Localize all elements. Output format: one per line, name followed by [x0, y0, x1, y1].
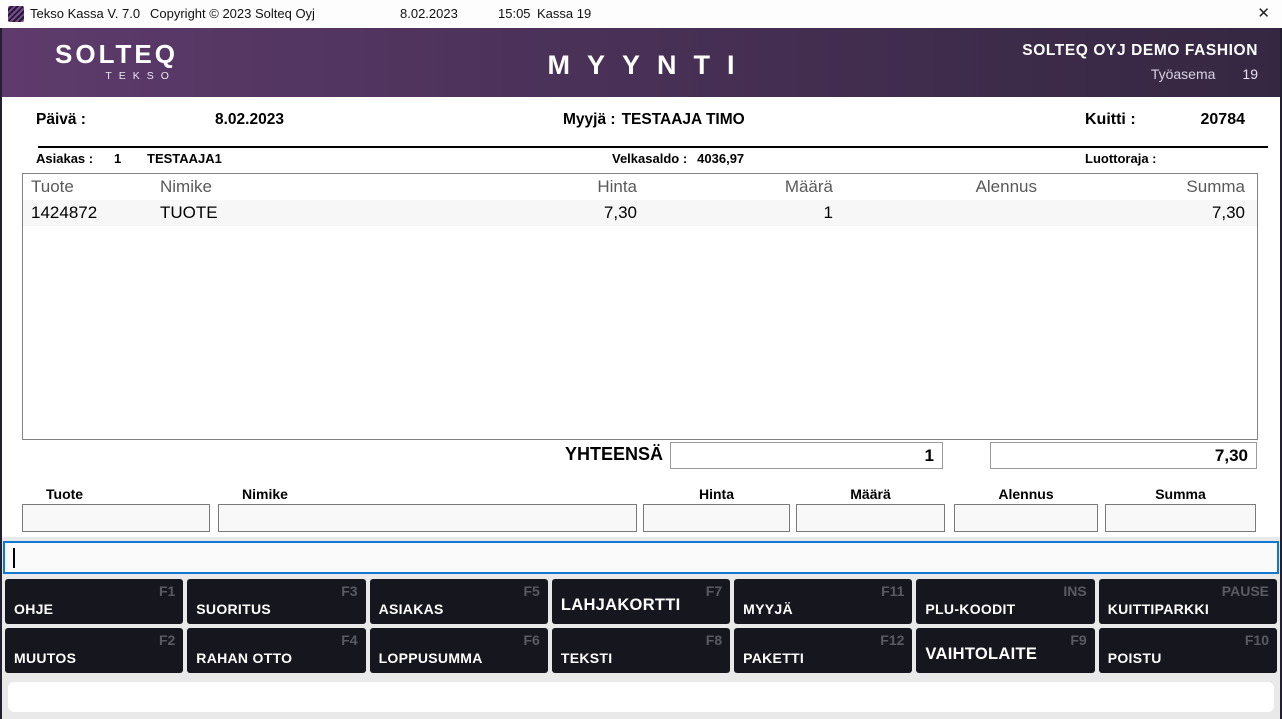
fn-key-label: F10: [1244, 632, 1269, 648]
total-sum-box: 7,30: [990, 442, 1257, 469]
status-strip: [8, 682, 1274, 712]
items-table: Tuote Nimike Hinta Määrä Alennus Summa 1…: [22, 173, 1258, 440]
store-name: SOLTEQ OYJ DEMO FASHION: [1022, 42, 1258, 59]
ohje-button[interactable]: F1 OHJE: [5, 579, 184, 624]
tuote-input[interactable]: [22, 504, 210, 532]
loppusumma-button[interactable]: F6 LOPPUSUMMA: [369, 628, 548, 673]
titlebar-date: 8.02.2023: [400, 6, 458, 21]
debt-label: Velkasaldo :: [612, 151, 688, 166]
myyja-button[interactable]: F11 MYYJÄ: [734, 579, 913, 624]
app-icon: [8, 6, 24, 22]
lahjakortti-button[interactable]: F7 LAHJAKORTTI: [551, 579, 731, 624]
text-cursor: [13, 548, 15, 568]
col-header-alennus: Alennus: [975, 177, 1037, 196]
summa-input[interactable]: [1105, 504, 1256, 532]
fn-key-label: F4: [341, 632, 358, 648]
app-window: Tekso Kassa V. 7.0 Copyright © 2023 Solt…: [0, 0, 1282, 719]
debt-value: 4036,97: [697, 151, 745, 166]
workstation-label: Työasema: [1150, 66, 1216, 82]
seller-label: Myyjä :: [563, 111, 616, 128]
fn-key-label: F1: [158, 583, 176, 599]
fn-key-label: F8: [705, 632, 723, 648]
copyright-text: Copyright © 2023 Solteq Oyj: [150, 6, 315, 21]
titlebar-time: 15:05: [498, 6, 531, 21]
kuittiparkki-button[interactable]: PAUSE KUITTIPARKKI: [1098, 579, 1277, 624]
total-quantity-box: 1: [670, 442, 943, 469]
workstation-number: 19: [1242, 66, 1258, 82]
entry-label-maara: Määrä: [850, 486, 891, 502]
date-label: Päivä :: [36, 111, 86, 128]
col-header-nimike: Nimike: [160, 177, 212, 196]
entry-label-summa: Summa: [1155, 486, 1206, 502]
totals-label: YHTEENSÄ: [564, 444, 663, 464]
fn-key-label: F7: [705, 583, 723, 599]
asiakas-button[interactable]: F5 ASIAKAS: [369, 579, 548, 624]
entry-label-tuote: Tuote: [46, 486, 84, 502]
fn-key-label: F3: [341, 583, 358, 599]
col-header-tuote: Tuote: [31, 177, 74, 196]
command-input[interactable]: [3, 541, 1279, 574]
fn-key-label: F2: [158, 632, 176, 648]
date-value: 8.02.2023: [215, 111, 284, 128]
cell-tuote: 1424872: [31, 203, 98, 222]
col-header-hinta: Hinta: [597, 177, 637, 196]
poistu-button[interactable]: F10 POISTU: [1098, 628, 1277, 673]
separator-line: [38, 146, 1268, 148]
customer-number: 1: [114, 151, 122, 166]
hinta-input[interactable]: [643, 504, 790, 532]
titlebar: Tekso Kassa V. 7.0 Copyright © 2023 Solt…: [0, 0, 1282, 29]
entry-label-hinta: Hinta: [699, 486, 734, 502]
cell-hinta: 7,30: [603, 203, 637, 222]
fn-key-label: F12: [880, 632, 905, 648]
cell-summa: 7,30: [1211, 203, 1245, 222]
fn-key-label: F5: [523, 583, 540, 599]
entry-label-nimike: Nimike: [242, 486, 288, 502]
nimike-input[interactable]: [218, 504, 637, 532]
alennus-input[interactable]: [954, 504, 1098, 532]
debt-info: Velkasaldo : 4036,97: [612, 151, 744, 166]
col-header-maara: Määrä: [784, 177, 833, 196]
cell-nimike: TUOTE: [160, 203, 218, 222]
maara-input[interactable]: [796, 504, 945, 532]
receipt-number: 20784: [1200, 111, 1246, 128]
fn-key-label: F9: [1070, 632, 1087, 648]
app-title: Tekso Kassa V. 7.0: [30, 6, 141, 21]
teksti-button[interactable]: F8 TEKSTI: [551, 628, 731, 673]
plu-koodit-button[interactable]: INS PLU-KOODIT: [916, 579, 1095, 624]
workstation-info: Työasema 19: [1022, 66, 1258, 82]
register-number: Kassa 19: [537, 6, 592, 21]
entry-label-alennus: Alennus: [998, 486, 1054, 502]
vaihtolaite-button[interactable]: F9 VAIHTOLAITE: [916, 628, 1095, 673]
table-row[interactable]: 1424872 TUOTE 7,30 1 7,30: [23, 200, 1257, 226]
customer-label: Asiakas :: [36, 151, 94, 166]
table-header-row: Tuote Nimike Hinta Määrä Alennus Summa: [23, 174, 1257, 200]
customer-name: TESTAAJA1: [147, 151, 222, 166]
fn-key-label: PAUSE: [1221, 583, 1269, 599]
function-key-grid: F1 OHJE F3 SUORITUS F5 ASIAKAS F7 LAHJAKORTT…: [5, 579, 1277, 673]
seller-info: Myyjä : TESTAAJA TIMO: [563, 111, 745, 129]
close-icon[interactable]: ✕: [1257, 6, 1270, 22]
paketti-button[interactable]: F12 PAKETTI: [734, 628, 913, 673]
muutos-button[interactable]: F2 MUUTOS: [5, 628, 184, 673]
fn-key-label: F6: [523, 632, 540, 648]
col-header-summa: Summa: [1186, 177, 1245, 196]
header-banner: SOLTEQ TEKSO MYYNTI SOLTEQ OYJ DEMO FASH…: [0, 28, 1282, 97]
fn-key-label: F11: [881, 583, 905, 599]
credit-limit-label: Luottoraja :: [1085, 151, 1157, 166]
receipt-label: Kuitti :: [1085, 111, 1136, 128]
seller-value: TESTAAJA TIMO: [621, 111, 745, 128]
window-left-edge: [0, 28, 2, 719]
store-info: SOLTEQ OYJ DEMO FASHION Työasema 19: [1022, 42, 1258, 82]
suoritus-button[interactable]: F3 SUORITUS: [187, 579, 366, 624]
rahan-otto-button[interactable]: F4 RAHAN OTTO: [187, 628, 366, 673]
cell-maara: 1: [823, 203, 833, 222]
fn-key-label: INS: [1063, 583, 1087, 599]
